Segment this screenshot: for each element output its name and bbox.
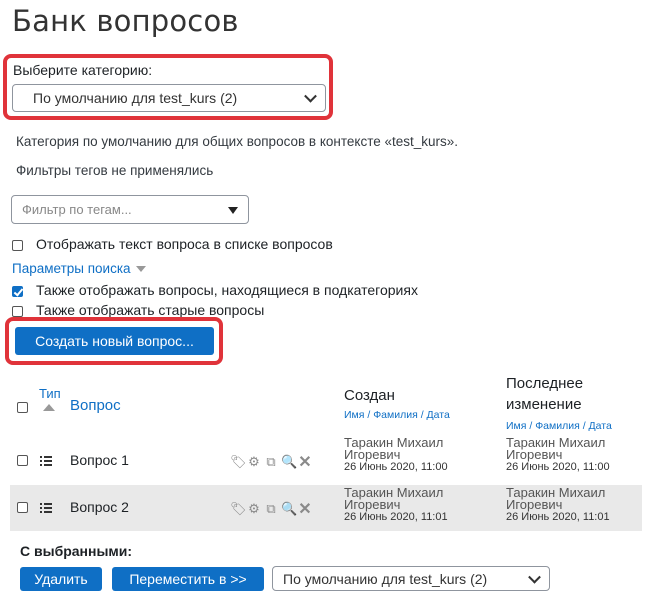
question-name: Вопрос 1 [70, 452, 129, 468]
chevron-down-icon [528, 570, 541, 584]
caret-down-icon [228, 207, 238, 214]
delete-icon[interactable]: ✕ [298, 452, 312, 472]
modified-by: Таракин Михаил Игоревич 26 Июнь 2020, 11… [506, 486, 610, 523]
select-all-checkbox[interactable] [17, 402, 28, 413]
preview-icon[interactable]: 🔍 [281, 454, 297, 470]
delete-icon[interactable]: ✕ [298, 499, 312, 519]
chevron-down-icon [304, 89, 317, 103]
category-description: Категория по умолчанию для общих вопросо… [16, 134, 459, 149]
old-questions-label: Также отображать старые вопросы [36, 302, 265, 318]
row-actions: 🏷 ⚙ ⧉ 🔍 ✕ [230, 452, 312, 472]
modifier-last: Игоревич [506, 497, 563, 512]
row-checkbox[interactable] [17, 502, 28, 513]
modified-date: 26 Июнь 2020, 11:00 [506, 461, 610, 473]
gear-icon[interactable]: ⚙ [247, 501, 261, 517]
multichoice-icon [40, 502, 52, 514]
gear-icon[interactable]: ⚙ [247, 454, 261, 470]
sort-asc-icon [43, 404, 55, 411]
modifier-last: Игоревич [506, 447, 563, 462]
preview-icon[interactable]: 🔍 [281, 501, 297, 517]
show-text-checkbox[interactable] [12, 240, 23, 251]
category-label: Выберите категорию: [13, 62, 153, 78]
tag-filter-placeholder: Фильтр по тегам... [22, 202, 132, 217]
modified-by: Таракин Михаил Игоревич 26 Июнь 2020, 11… [506, 436, 610, 473]
copy-icon[interactable]: ⧉ [264, 454, 278, 470]
category-select-value: По умолчанию для test_kurs (2) [33, 90, 238, 106]
row-checkbox[interactable] [17, 455, 28, 466]
creator-last: Игоревич [344, 447, 401, 462]
col-modified-label-1: Последнее [506, 375, 584, 392]
modified-date: 26 Июнь 2020, 11:01 [506, 511, 610, 523]
col-type-label: Тип [39, 386, 61, 401]
search-params-label: Параметры поиска [12, 261, 131, 276]
delete-button[interactable]: Удалить [20, 567, 102, 591]
sort-type-link[interactable]: Тип [39, 386, 61, 401]
subcategories-checkbox[interactable] [12, 286, 23, 297]
copy-icon[interactable]: ⧉ [264, 501, 278, 517]
search-params-toggle[interactable]: Параметры поиска [12, 261, 146, 276]
creator-last: Игоревич [344, 497, 401, 512]
tag-filters-note: Фильтры тегов не применялись [16, 163, 214, 178]
subcategories-label: Также отображать вопросы, находящиеся в … [36, 282, 418, 298]
page-title: Банк вопросов [12, 4, 239, 38]
tag-icon[interactable]: 🏷 [230, 454, 247, 470]
bulk-label: С выбранными: [20, 543, 133, 559]
col-modified-label-2: изменение [506, 396, 582, 413]
created-date: 26 Июнь 2020, 11:00 [344, 461, 448, 473]
tag-filter-select[interactable]: Фильтр по тегам... [11, 195, 249, 224]
tag-icon[interactable]: 🏷 [230, 501, 247, 517]
multichoice-icon [40, 455, 52, 467]
row-actions: 🏷 ⚙ ⧉ 🔍 ✕ [230, 499, 312, 519]
col-created-sort-links[interactable]: Имя / Фамилия / Дата [344, 409, 450, 421]
show-text-label: Отображать текст вопроса в списке вопрос… [36, 236, 333, 252]
sort-question-link[interactable]: Вопрос [70, 397, 121, 414]
old-questions-checkbox[interactable] [12, 306, 23, 317]
created-by: Таракин Михаил Игоревич 26 Июнь 2020, 11… [344, 486, 448, 523]
question-name: Вопрос 2 [70, 499, 129, 515]
caret-down-icon [135, 265, 146, 272]
created-by: Таракин Михаил Игоревич 26 Июнь 2020, 11… [344, 436, 448, 473]
col-modified-sort-links[interactable]: Имя / Фамилия / Дата [506, 420, 612, 432]
col-created-label: Создан [344, 387, 395, 404]
created-date: 26 Июнь 2020, 11:01 [344, 511, 448, 523]
move-target-value: По умолчанию для test_kurs (2) [283, 570, 488, 587]
move-button[interactable]: Переместить в >> [112, 567, 264, 591]
create-question-button[interactable]: Создать новый вопрос... [15, 327, 214, 355]
move-target-select[interactable]: По умолчанию для test_kurs (2) [272, 566, 550, 591]
category-select[interactable]: По умолчанию для test_kurs (2) [12, 84, 326, 112]
